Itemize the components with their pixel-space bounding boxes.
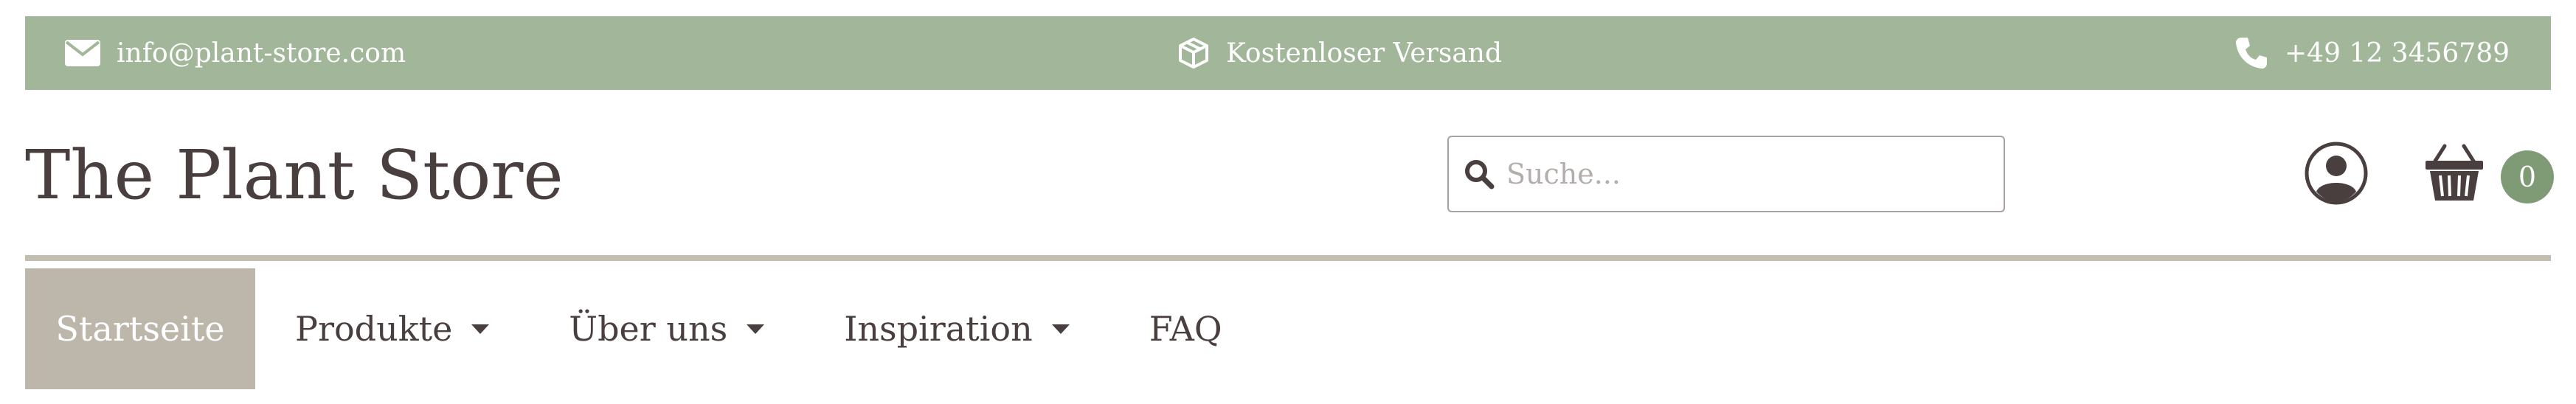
- contact-email-text: info@plant-store.com: [117, 38, 406, 69]
- nav-item-label: FAQ: [1149, 309, 1222, 349]
- search-icon: [1465, 160, 1495, 189]
- nav-item-label: Produkte: [295, 309, 453, 349]
- nav-item-produkte[interactable]: Produkte: [255, 268, 529, 389]
- caret-down-icon: [471, 324, 490, 334]
- basket-icon[interactable]: [2424, 140, 2485, 203]
- nav-item-label: Inspiration: [844, 309, 1033, 349]
- top-info-bar: info@plant-store.com Kostenloser Versand…: [25, 16, 2551, 90]
- user-icon[interactable]: [2305, 142, 2368, 205]
- store-logo[interactable]: The Plant Store: [25, 131, 564, 220]
- contact-phone[interactable]: +49 12 3456789: [2234, 16, 2510, 90]
- package-icon: [1179, 38, 1208, 69]
- phone-icon: [2236, 38, 2267, 69]
- nav-item-inspiration[interactable]: Inspiration: [804, 268, 1109, 389]
- contact-phone-text: +49 12 3456789: [2285, 38, 2510, 69]
- nav-item-label: Über uns: [569, 309, 728, 349]
- nav-item-ueber-uns[interactable]: Über uns: [529, 268, 804, 389]
- page: info@plant-store.com Kostenloser Versand…: [25, 0, 2554, 404]
- cart-count-badge[interactable]: 0: [2501, 150, 2554, 203]
- header-divider: [25, 255, 2551, 261]
- contact-email[interactable]: info@plant-store.com: [65, 16, 406, 90]
- search-box[interactable]: [1447, 136, 2005, 212]
- main-navigation: Startseite Produkte Über uns Inspiration…: [25, 268, 1262, 389]
- caret-down-icon: [747, 324, 765, 334]
- nav-item-faq[interactable]: FAQ: [1109, 268, 1262, 389]
- nav-item-label: Startseite: [55, 309, 225, 349]
- shipping-info: Kostenloser Versand: [1177, 16, 1502, 90]
- search-input[interactable]: [1506, 158, 1978, 190]
- nav-item-startseite[interactable]: Startseite: [25, 268, 255, 389]
- shipping-text: Kostenloser Versand: [1226, 38, 1503, 69]
- envelope-icon: [65, 40, 100, 66]
- caret-down-icon: [1051, 324, 1070, 334]
